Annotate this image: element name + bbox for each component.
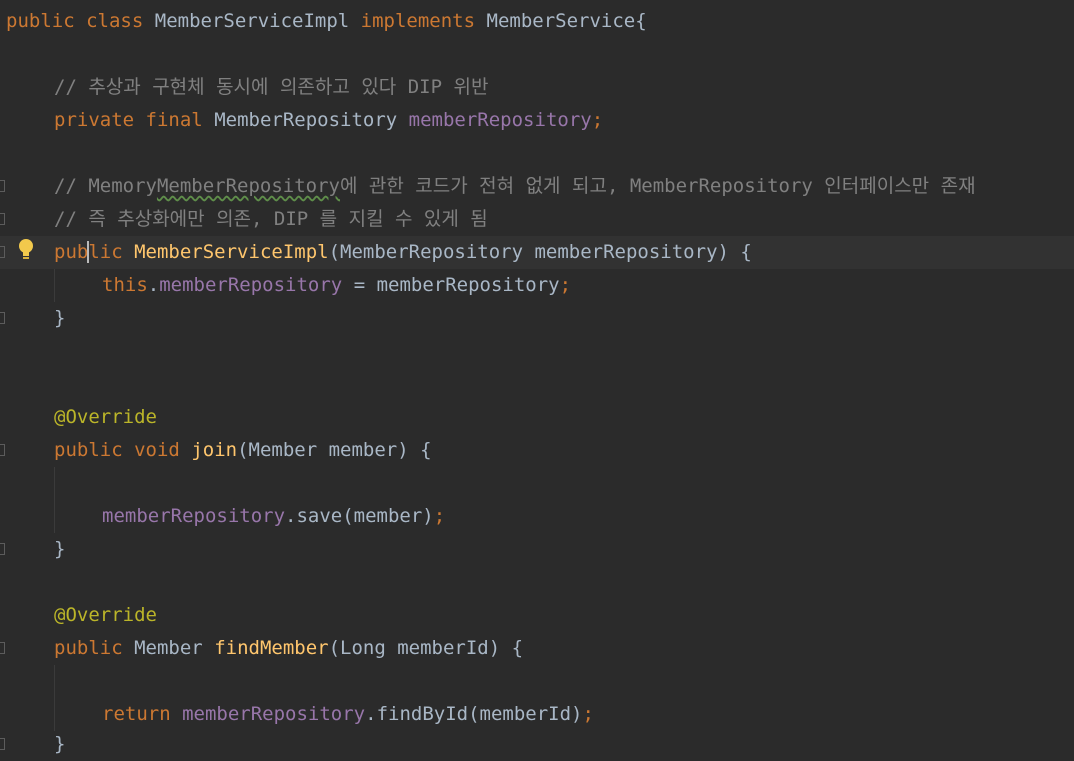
code-line[interactable]: return memberRepository.findById(memberI… <box>0 698 1074 731</box>
fold-marker-icon[interactable] <box>0 180 5 192</box>
close-brace: } <box>54 733 66 755</box>
interface-name: MemberService <box>486 10 636 32</box>
keyword-return: return <box>102 703 171 725</box>
code-line[interactable]: memberRepository.save(member); <box>0 500 1074 533</box>
method-params: (Member member) { <box>237 439 432 461</box>
method-name: findMember <box>214 637 329 659</box>
method-declaration: public Member findMember(Long memberId) … <box>54 632 523 665</box>
fold-marker-icon[interactable] <box>0 543 5 555</box>
method-declaration: public void join(Member member) { <box>54 434 432 467</box>
field-ref: memberRepository <box>159 274 343 296</box>
call-expression: .findById(memberId) <box>365 703 583 725</box>
typo-warning: MemberRepository <box>156 175 340 197</box>
indent-guide <box>54 269 55 302</box>
comment-line: // MemoryMemberRepository에 관한 코드가 전혀 없게 … <box>54 170 976 203</box>
keyword-public: public <box>54 439 123 461</box>
keyword-public: public <box>54 637 123 659</box>
code-line[interactable]: private final MemberRepository memberRep… <box>0 104 1074 137</box>
fold-marker-icon[interactable] <box>0 444 5 456</box>
constructor-params: (MemberRepository memberRepository) { <box>328 241 752 263</box>
semicolon: ; <box>559 274 572 296</box>
method-params: (Long memberId) { <box>328 637 524 659</box>
semicolon: ; <box>582 703 594 725</box>
open-brace: { <box>635 10 647 32</box>
assignment-statement: this.memberRepository = memberRepository… <box>102 269 571 302</box>
close-brace: } <box>54 307 66 329</box>
comment-text: // Memory <box>54 175 157 197</box>
code-line[interactable]: // 즉 추상화에만 의존, DIP 를 지킬 수 있게 됨 <box>0 203 1074 236</box>
field-type: MemberRepository <box>214 109 398 131</box>
class-declaration: public class MemberServiceImpl implement… <box>6 5 647 38</box>
field-name: memberRepository <box>408 109 592 131</box>
keyword-class: class <box>86 10 144 32</box>
keyword-implements: implements <box>360 10 476 32</box>
field-declaration: private final MemberRepository memberRep… <box>54 104 603 137</box>
method-call: memberRepository.save(member); <box>102 500 445 533</box>
keyword-public: pub <box>54 241 89 263</box>
semicolon: ; <box>433 505 446 527</box>
keyword-this: this <box>102 274 148 296</box>
code-line[interactable]: } <box>0 728 1074 761</box>
comment-text: 에 관한 코드가 전혀 없게 되고, MemberRepository 인터페이… <box>339 175 976 197</box>
semicolon: ; <box>591 109 604 131</box>
code-line[interactable]: } <box>0 302 1074 335</box>
annotation-override: @Override <box>54 406 157 428</box>
method-name: join <box>191 439 238 461</box>
field-ref: memberRepository <box>102 505 286 527</box>
comment-line: // 추상과 구현체 동시에 의존하고 있다 DIP 위반 <box>54 76 489 98</box>
dot: . <box>147 274 160 296</box>
code-line[interactable]: @Override <box>0 599 1074 632</box>
code-line[interactable]: this.memberRepository = memberRepository… <box>0 269 1074 302</box>
keyword-public: lic <box>88 241 123 263</box>
close-brace: } <box>54 538 66 560</box>
annotation-override: @Override <box>54 604 157 626</box>
class-name: MemberServiceImpl <box>154 10 350 32</box>
code-line[interactable]: } <box>0 533 1074 566</box>
keyword-void: void <box>134 439 180 461</box>
keyword-final: final <box>145 109 203 131</box>
constructor-declaration: public MemberServiceImpl(MemberRepositor… <box>54 236 752 269</box>
code-line[interactable]: @Override <box>0 401 1074 434</box>
code-editor[interactable]: public class MemberServiceImpl implement… <box>0 0 1074 761</box>
fold-marker-icon[interactable] <box>0 312 5 324</box>
fold-marker-icon[interactable] <box>0 246 5 258</box>
code-line[interactable]: public class MemberServiceImpl implement… <box>0 5 1074 38</box>
field-ref: memberRepository <box>182 703 366 725</box>
fold-marker-icon[interactable] <box>0 642 5 654</box>
keyword-private: private <box>54 109 135 131</box>
return-statement: return memberRepository.findById(memberI… <box>102 698 594 731</box>
assignment-value: = memberRepository <box>342 274 560 296</box>
keyword-public: public <box>6 10 75 32</box>
constructor-name: MemberServiceImpl <box>134 241 329 263</box>
code-line[interactable]: public void join(Member member) { <box>0 434 1074 467</box>
current-code-line[interactable]: public MemberServiceImpl(MemberRepositor… <box>0 236 1074 269</box>
fold-marker-icon[interactable] <box>0 213 5 225</box>
code-line[interactable]: // 추상과 구현체 동시에 의존하고 있다 DIP 위반 <box>0 71 1074 104</box>
comment-line: // 즉 추상화에만 의존, DIP 를 지킬 수 있게 됨 <box>54 208 488 230</box>
return-type: Member <box>134 637 203 659</box>
code-line[interactable]: public Member findMember(Long memberId) … <box>0 632 1074 665</box>
call-expression: .save(member) <box>285 505 434 527</box>
lightbulb-icon[interactable] <box>18 238 34 262</box>
fold-marker-icon[interactable] <box>0 738 5 750</box>
code-line[interactable]: // MemoryMemberRepository에 관한 코드가 전혀 없게 … <box>0 170 1074 203</box>
